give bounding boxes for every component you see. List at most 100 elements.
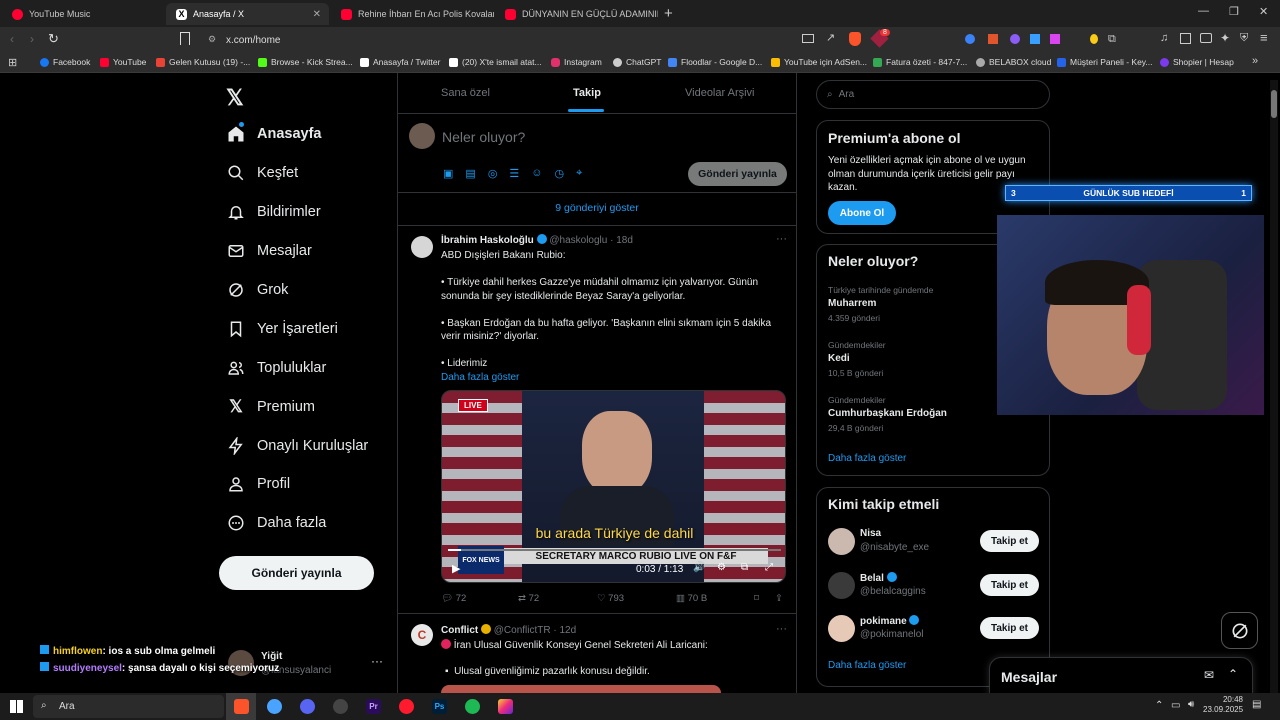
avatar[interactable] <box>828 615 855 642</box>
bookmark-item[interactable]: Browse - Kick Strea... <box>258 57 353 67</box>
bookmark-item[interactable]: Facebook <box>40 57 90 67</box>
bookmark-item[interactable]: Müşteri Paneli - Key... <box>1057 57 1153 67</box>
nav-communities[interactable]: Topluluklar <box>227 353 326 383</box>
share-icon[interactable]: ⇪ <box>775 593 783 604</box>
site-info-icon[interactable]: ⚙ <box>208 34 216 45</box>
emoji-icon[interactable]: ☺ <box>531 167 542 180</box>
bookmark-item[interactable]: Floodlar - Google D... <box>668 57 762 67</box>
obs-icon[interactable] <box>333 699 348 714</box>
search-input[interactable]: ⌕ Ara <box>816 80 1050 109</box>
nav-explore[interactable]: Keşfet <box>227 158 298 188</box>
author-name[interactable]: Conflict <box>441 625 478 636</box>
clock[interactable]: 20:48 23.09.2025 <box>1203 695 1243 715</box>
grok-floating-button[interactable] <box>1221 612 1258 649</box>
tray-chevron-icon[interactable]: ⌃ <box>1155 700 1163 711</box>
extension-icon-6[interactable] <box>1090 34 1098 44</box>
bookmark-item[interactable]: Shopier | Hesap <box>1160 57 1234 67</box>
cast-icon[interactable] <box>802 34 814 43</box>
photoshop-icon[interactable]: Ps <box>432 699 447 714</box>
brave-shield-icon[interactable] <box>849 32 861 46</box>
post-more-icon[interactable]: ··· <box>776 233 787 245</box>
user-name[interactable]: Nisa <box>860 528 881 539</box>
nav-grok[interactable]: Grok <box>227 275 288 305</box>
bookmark-page-icon[interactable] <box>180 32 190 45</box>
extension-icon-3[interactable] <box>1010 34 1020 44</box>
play-icon[interactable]: ▶ <box>452 562 460 575</box>
taskbar-search[interactable]: ⌕ Ara <box>33 695 224 718</box>
bookmark-item[interactable]: YouTube <box>100 57 146 67</box>
bookmark-item[interactable]: (20) X'te ismail atat... <box>449 57 542 67</box>
trend-item[interactable]: Türkiye tarihinde gündemde Muharrem 4.35… <box>828 285 933 323</box>
subscribe-button[interactable]: Abone Ol <box>828 201 896 225</box>
spotify-icon[interactable] <box>465 699 480 714</box>
tab-following[interactable]: Takip <box>573 87 601 99</box>
vpn-icon[interactable]: ⛨ <box>1240 32 1248 45</box>
leo-ai-icon[interactable]: ✦ <box>1220 31 1230 45</box>
new-tab-icon[interactable]: + <box>664 5 673 22</box>
minimize-icon[interactable]: — <box>1198 5 1209 17</box>
tab-youtube-2[interactable]: DÜNYANIN EN GÜÇLÜ ADAMININ AF <box>495 3 658 25</box>
apps-grid-icon[interactable]: ⊞ <box>8 56 17 69</box>
bookmark-item[interactable]: BELABOX cloud <box>976 57 1051 67</box>
bookmark-item[interactable]: Instagram <box>551 57 602 67</box>
post-time[interactable]: · 12d <box>553 625 576 636</box>
author-handle[interactable]: @haskologlu <box>549 235 607 246</box>
back-icon[interactable]: ‹ <box>10 32 14 46</box>
scrollbar-thumb[interactable] <box>1271 90 1277 118</box>
show-new-posts-link[interactable]: 9 gönderiyi göster <box>398 202 796 214</box>
repost-button[interactable]: ⇄ 72 <box>518 593 539 604</box>
post-button[interactable]: Gönderi yayınla <box>219 556 374 590</box>
image-icon[interactable]: ▣ <box>443 167 453 180</box>
nav-notifications[interactable]: Bildirimler <box>227 197 321 227</box>
avatar[interactable]: C <box>411 624 433 646</box>
schedule-icon[interactable]: ◷ <box>555 167 565 180</box>
media-icon[interactable]: ♫ <box>1160 32 1168 44</box>
show-more-link[interactable]: Daha fazla göster <box>441 371 786 385</box>
nav-verified-orgs[interactable]: Onaylı Kuruluşlar <box>227 431 368 461</box>
bookmark-item[interactable]: Gelen Kutusu (19) -... <box>156 57 250 67</box>
nav-home[interactable]: Anasayfa <box>227 119 321 149</box>
app-icon[interactable] <box>267 699 282 714</box>
follow-button[interactable]: Takip et <box>980 617 1039 639</box>
pip-icon[interactable]: ⧉ <box>741 562 748 573</box>
opera-icon[interactable] <box>399 699 414 714</box>
post-time[interactable]: · 18d <box>610 235 633 246</box>
tab-youtube-music[interactable]: YouTube Music <box>2 3 165 25</box>
extension-icon-2[interactable] <box>988 34 998 44</box>
user-name[interactable]: Belal <box>860 572 897 584</box>
like-button[interactable]: ♡ 793 <box>597 593 624 604</box>
volume-icon[interactable]: 🔊 <box>693 562 705 573</box>
more-bookmarks-icon[interactable]: » <box>1252 55 1258 67</box>
scrollbar[interactable] <box>1270 80 1278 693</box>
x-home-logo-icon[interactable]: 𝕏 <box>226 85 244 111</box>
avatar[interactable] <box>828 572 855 599</box>
premiere-icon[interactable]: Pr <box>366 699 381 714</box>
views-button[interactable]: ▥ 70 B <box>676 593 707 604</box>
follow-button[interactable]: Takip et <box>980 574 1039 596</box>
tab-for-you[interactable]: Sana özel <box>441 87 490 99</box>
settings-gear-icon[interactable]: ⚙ <box>717 562 726 573</box>
author-name[interactable]: İbrahim Haskoloğlu <box>441 235 534 246</box>
reload-icon[interactable]: ↻ <box>48 31 59 47</box>
bookmark-icon[interactable]: ⌑ <box>754 593 759 604</box>
close-tab-icon[interactable]: ✕ <box>313 9 321 20</box>
follow-show-more-link[interactable]: Daha fazla göster <box>828 660 906 671</box>
account-more-icon[interactable]: ··· <box>371 654 383 668</box>
author-handle[interactable]: @ConflictTR <box>494 625 551 636</box>
compose-input[interactable]: Neler oluyor? <box>442 129 525 145</box>
location-icon[interactable]: ⌖ <box>576 167 582 180</box>
extension-icon-4[interactable] <box>1030 34 1040 44</box>
reply-button[interactable]: 💬︎ 72 <box>441 593 466 604</box>
nav-more[interactable]: Daha fazla <box>227 508 326 538</box>
tab-x-home[interactable]: X Anasayfa / X ✕ <box>166 3 329 25</box>
nav-profile[interactable]: Profil <box>227 469 290 499</box>
grok-icon[interactable]: ◎ <box>488 167 498 180</box>
chevron-up-icon[interactable]: ⌃ <box>1228 667 1238 681</box>
trend-item[interactable]: Gündemdekiler Cumhurbaşkanı Erdoğan 29,4… <box>828 395 947 433</box>
wallet-icon[interactable] <box>1200 33 1212 43</box>
address-bar[interactable]: ⚙ x.com/home <box>200 30 780 50</box>
tab-youtube-1[interactable]: Rehine İhbarı En Acı Polis Kovalamac <box>331 3 494 25</box>
compose-post-button[interactable]: Gönderi yayınla <box>688 162 787 186</box>
bookmark-item[interactable]: Fatura özeti - 847-7... <box>873 57 967 67</box>
user-name[interactable]: pokimane <box>860 615 920 627</box>
